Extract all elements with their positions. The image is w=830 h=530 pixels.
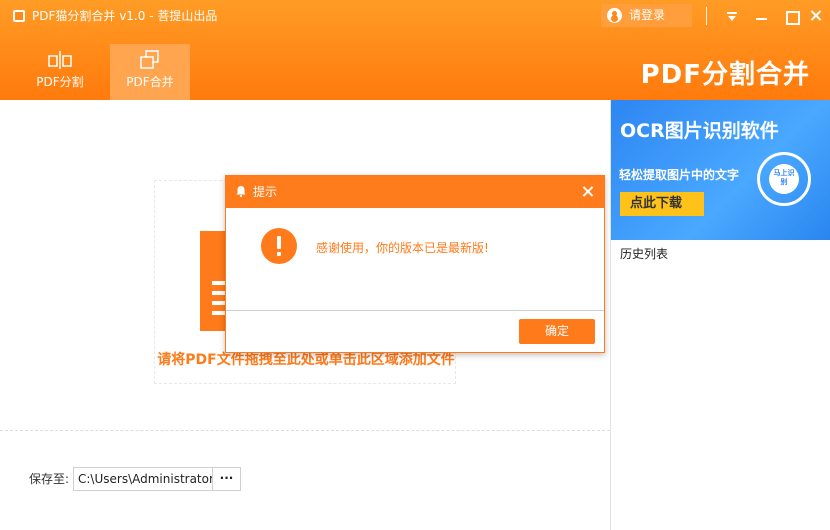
dialog-title: 提示 xyxy=(253,185,278,199)
history-list-label: 历史列表 xyxy=(620,247,669,261)
dropdown-menu-icon[interactable] xyxy=(722,6,742,26)
titlebar-divider xyxy=(706,7,707,25)
ad-title: OCR图片识别软件 xyxy=(620,120,779,142)
save-path-field[interactable]: C:\Users\Administrator xyxy=(73,467,213,491)
ad-badge-text: 马上识别 xyxy=(773,169,795,186)
dialog-header: 提示 xyxy=(226,176,604,208)
info-dialog: 提示 感谢使用，你的版本已是最新版! 确定 xyxy=(225,175,605,353)
drop-zone-text: 请将PDF文件拖拽至此处或单击此区域添加文件 xyxy=(157,352,455,368)
ad-subtitle: 轻松提取图片中的文字 xyxy=(619,168,740,182)
ok-button[interactable]: 确定 xyxy=(519,319,595,344)
section-divider xyxy=(0,430,610,431)
dialog-message: 感谢使用，你的版本已是最新版! xyxy=(316,241,489,255)
dialog-footer: 确定 xyxy=(226,310,604,352)
tab-label: PDF分割 xyxy=(36,75,84,89)
warning-icon xyxy=(261,228,297,264)
brand-title: PDF分割合并 xyxy=(640,60,810,90)
tab-label: PDF合并 xyxy=(126,75,174,89)
merge-icon xyxy=(140,50,159,69)
split-icon xyxy=(48,51,72,69)
user-icon xyxy=(607,8,622,23)
ocr-ad-banner[interactable]: OCR图片识别软件 轻松提取图片中的文字 点此下载 马上识别 xyxy=(611,100,830,240)
tab-pdf-merge[interactable]: PDF合并 xyxy=(110,44,190,100)
tab-pdf-split[interactable]: PDF分割 xyxy=(20,44,100,100)
close-icon[interactable] xyxy=(806,6,826,26)
header: PDF猫分割合并 v1.0 - 菩提山出品 请登录 PDF分割 PDF合并 PD… xyxy=(0,0,830,100)
login-label: 请登录 xyxy=(629,8,666,22)
login-button[interactable]: 请登录 xyxy=(601,4,692,27)
minimize-icon[interactable] xyxy=(752,6,772,26)
ad-download-button[interactable]: 点此下载 xyxy=(620,192,704,216)
bell-icon xyxy=(236,186,246,197)
dialog-close-icon[interactable] xyxy=(580,184,596,200)
ad-scan-icon: 马上识别 xyxy=(757,152,811,206)
save-label: 保存至: xyxy=(29,472,70,486)
app-title: PDF猫分割合并 v1.0 - 菩提山出品 xyxy=(32,9,218,23)
maximize-icon[interactable] xyxy=(781,6,801,26)
browse-button[interactable]: ··· xyxy=(212,467,241,491)
app-logo-icon xyxy=(13,10,25,22)
